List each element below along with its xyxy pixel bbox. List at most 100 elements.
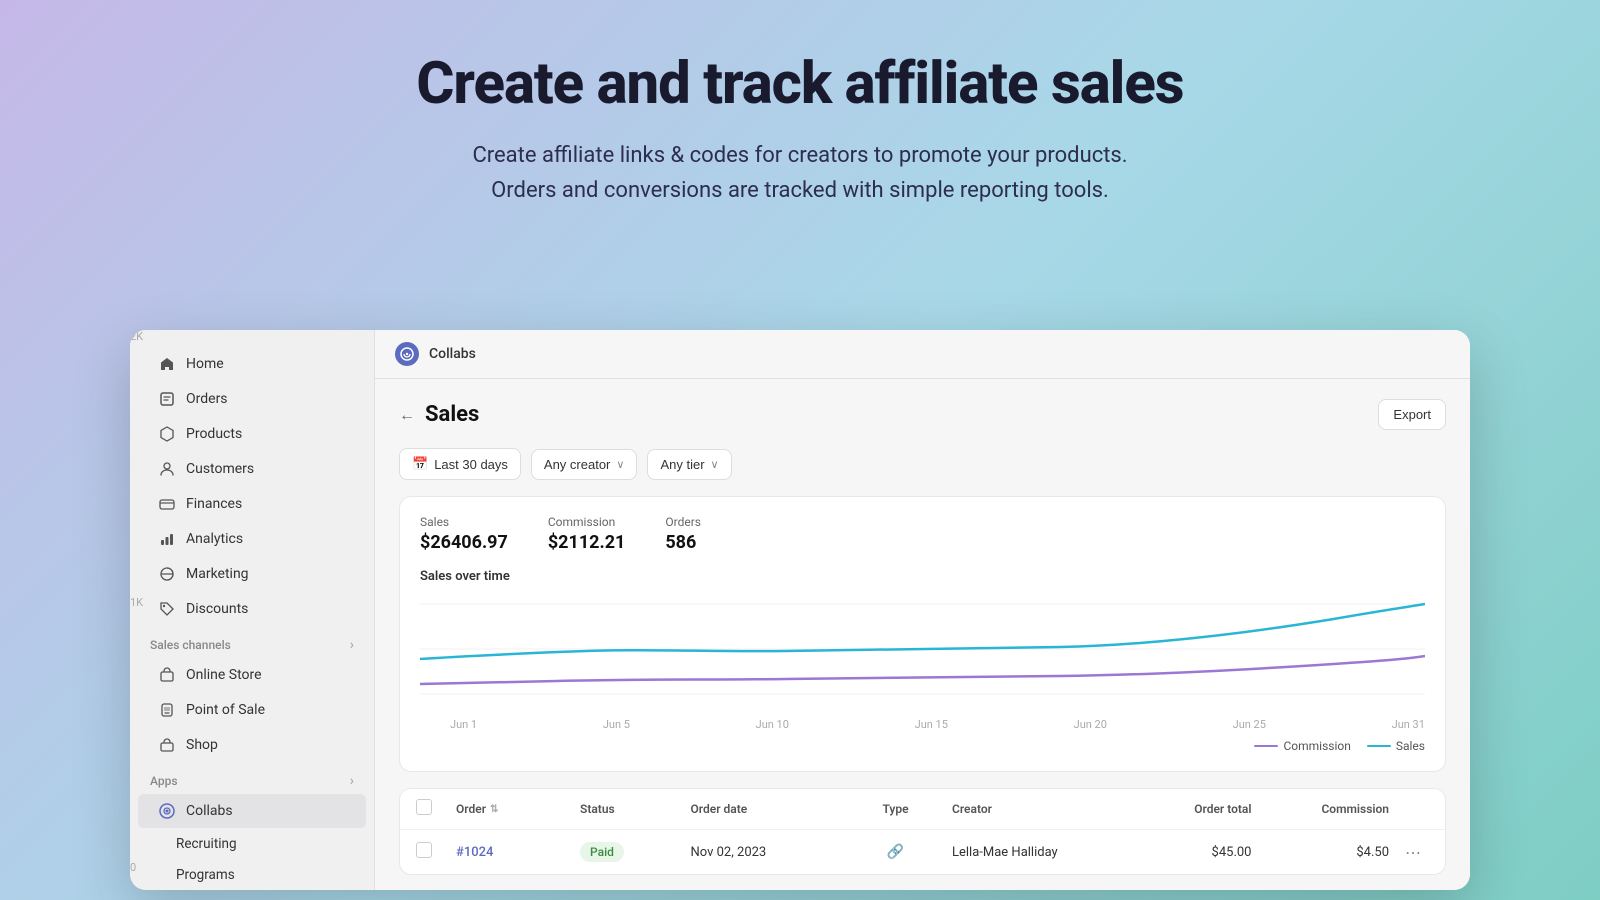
stat-orders-value: 586 bbox=[665, 532, 701, 553]
tier-filter-chevron: ∨ bbox=[711, 458, 719, 471]
sidebar-label-finances: Finances bbox=[186, 496, 242, 512]
sidebar-item-pos[interactable]: Point of Sale bbox=[138, 693, 366, 727]
chart-legend: Commission Sales bbox=[420, 739, 1425, 753]
row-checkbox[interactable] bbox=[416, 842, 432, 858]
sidebar-label-orders: Orders bbox=[186, 391, 228, 407]
discounts-icon bbox=[158, 600, 176, 618]
products-icon bbox=[158, 425, 176, 443]
content-area: ← Sales Export 📅 Last 30 days Any creato… bbox=[375, 379, 1470, 890]
sales-channels-chevron[interactable]: › bbox=[350, 637, 354, 653]
page-header: ← Sales Export bbox=[399, 399, 1446, 430]
cell-order[interactable]: #1024 bbox=[448, 845, 572, 860]
sidebar-item-discounts[interactable]: Discounts bbox=[138, 592, 366, 626]
commission-legend-label: Commission bbox=[1283, 739, 1350, 753]
chart-title: Sales over time bbox=[420, 569, 1425, 584]
order-sort-icon: ⇅ bbox=[490, 804, 498, 815]
orders-table: Order ⇅ Status Order date Type Creator bbox=[399, 788, 1446, 875]
back-button[interactable]: ← bbox=[399, 405, 415, 425]
table-col-status: Status bbox=[572, 802, 683, 816]
table-col-creator: Creator bbox=[944, 802, 1122, 816]
collabs-icon bbox=[158, 802, 176, 820]
orders-icon bbox=[158, 390, 176, 408]
sales-legend-label: Sales bbox=[1396, 739, 1425, 753]
chart-wrapper: 2K 1K 0 bbox=[420, 594, 1425, 731]
cell-creator: Lella-Mae Halliday bbox=[944, 845, 1122, 860]
sidebar-item-collabs[interactable]: Collabs bbox=[138, 794, 366, 828]
stat-sales-label: Sales bbox=[420, 515, 508, 529]
home-icon bbox=[158, 355, 176, 373]
sidebar-label-pos: Point of Sale bbox=[186, 702, 265, 718]
export-button[interactable]: Export bbox=[1378, 399, 1446, 430]
main-content: Collabs ← Sales Export 📅 Last 30 days An… bbox=[375, 330, 1470, 890]
creator-filter-chevron: ∨ bbox=[616, 458, 624, 471]
creator-filter[interactable]: Any creator ∨ bbox=[531, 449, 638, 480]
row-checkbox-container bbox=[416, 842, 448, 862]
sidebar-item-orders[interactable]: Orders bbox=[138, 382, 366, 416]
sidebar: Home Orders Products bbox=[130, 330, 375, 890]
apps-section: Apps › bbox=[130, 763, 374, 793]
select-all-checkbox[interactable] bbox=[416, 799, 432, 815]
tier-filter[interactable]: Any tier ∨ bbox=[647, 449, 731, 480]
shop-icon bbox=[158, 736, 176, 754]
table-col-total: Order total bbox=[1122, 802, 1260, 816]
marketing-icon bbox=[158, 565, 176, 583]
top-bar: Collabs bbox=[375, 330, 1470, 379]
sidebar-label-products: Products bbox=[186, 426, 242, 442]
stat-commission-value: $2112.21 bbox=[548, 532, 626, 553]
table-col-type: Type bbox=[847, 802, 944, 816]
cell-commission: $4.50 bbox=[1260, 845, 1398, 860]
link-type-icon: 🔗 bbox=[887, 844, 904, 860]
sales-legend-line bbox=[1367, 745, 1391, 747]
filter-row: 📅 Last 30 days Any creator ∨ Any tier ∨ bbox=[399, 448, 1446, 480]
sidebar-label-online-store: Online Store bbox=[186, 667, 262, 683]
hero-section: Create and track affiliate sales Create … bbox=[0, 0, 1600, 238]
collabs-app-name: Collabs bbox=[429, 346, 476, 362]
online-store-icon bbox=[158, 666, 176, 684]
stat-commission: Commission $2112.21 bbox=[548, 515, 626, 553]
sidebar-item-programs[interactable]: Programs bbox=[138, 860, 366, 890]
sidebar-item-analytics[interactable]: Analytics bbox=[138, 522, 366, 556]
chart-x-labels: Jun 1 Jun 5 Jun 10 Jun 15 Jun 20 Jun 25 … bbox=[420, 718, 1425, 731]
legend-sales: Sales bbox=[1367, 739, 1425, 753]
table-header-row: Order ⇅ Status Order date Type Creator bbox=[400, 789, 1445, 830]
app-window: Home Orders Products bbox=[130, 330, 1470, 890]
chart-area bbox=[420, 594, 1425, 714]
sidebar-item-online-store[interactable]: Online Store bbox=[138, 658, 366, 692]
hero-title: Create and track affiliate sales bbox=[20, 50, 1580, 118]
sidebar-item-finances[interactable]: Finances bbox=[138, 487, 366, 521]
sidebar-label-shop: Shop bbox=[186, 737, 218, 753]
collabs-app-logo bbox=[395, 342, 419, 366]
cell-date: Nov 02, 2023 bbox=[683, 845, 848, 860]
finances-icon bbox=[158, 495, 176, 513]
sidebar-label-collabs: Collabs bbox=[186, 803, 233, 819]
cell-actions: ⋯ bbox=[1397, 843, 1429, 862]
stats-row: Sales $26406.97 Commission $2112.21 Orde… bbox=[420, 515, 1425, 553]
commission-legend-line bbox=[1254, 745, 1278, 747]
sales-channels-section: Sales channels › bbox=[130, 627, 374, 657]
stats-card: Sales $26406.97 Commission $2112.21 Orde… bbox=[399, 496, 1446, 772]
table-row: #1024 Paid Nov 02, 2023 🔗 Lella-Mae Hall… bbox=[400, 830, 1445, 874]
cell-type: 🔗 bbox=[847, 844, 944, 860]
sidebar-item-customers[interactable]: Customers bbox=[138, 452, 366, 486]
sidebar-item-shop[interactable]: Shop bbox=[138, 728, 366, 762]
cell-status: Paid bbox=[572, 842, 683, 862]
table-col-order[interactable]: Order ⇅ bbox=[448, 802, 572, 816]
row-actions-button[interactable]: ⋯ bbox=[1405, 843, 1421, 862]
status-badge: Paid bbox=[580, 842, 624, 862]
sidebar-item-recruiting[interactable]: Recruiting bbox=[138, 829, 366, 859]
stat-sales-value: $26406.97 bbox=[420, 532, 508, 553]
apps-chevron[interactable]: › bbox=[350, 773, 354, 789]
legend-commission: Commission bbox=[1254, 739, 1350, 753]
sidebar-item-marketing[interactable]: Marketing bbox=[138, 557, 366, 591]
cell-total: $45.00 bbox=[1122, 845, 1260, 860]
date-range-filter[interactable]: 📅 Last 30 days bbox=[399, 448, 521, 480]
stat-orders: Orders 586 bbox=[665, 515, 701, 553]
sidebar-item-home[interactable]: Home bbox=[138, 347, 366, 381]
customers-icon bbox=[158, 460, 176, 478]
table-col-commission: Commission bbox=[1260, 802, 1398, 816]
chart-svg bbox=[420, 594, 1425, 714]
stat-sales: Sales $26406.97 bbox=[420, 515, 508, 553]
sidebar-label-discounts: Discounts bbox=[186, 601, 248, 617]
sidebar-item-products[interactable]: Products bbox=[138, 417, 366, 451]
hero-subtitle: Create affiliate links & codes for creat… bbox=[20, 138, 1580, 208]
